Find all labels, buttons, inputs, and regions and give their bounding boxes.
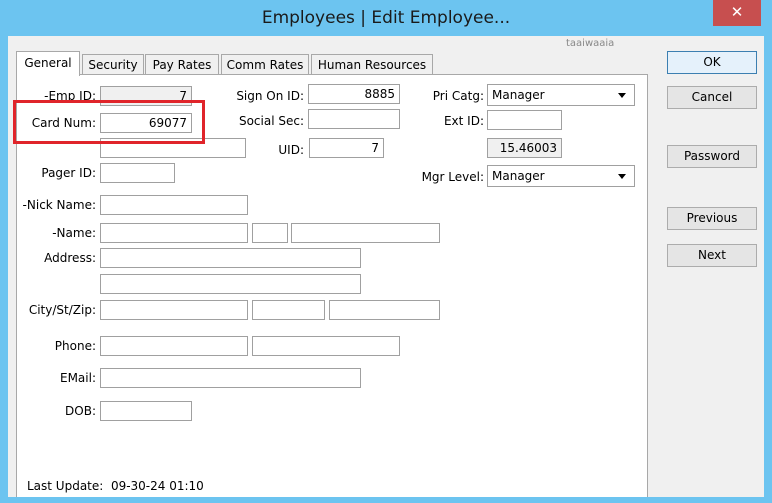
phone2-field[interactable] <box>252 336 400 356</box>
sign-on-id-field[interactable]: 8885 <box>308 84 400 104</box>
window-frame-right <box>764 36 772 503</box>
phone-label: Phone: <box>54 339 96 353</box>
address-label: Address: <box>44 251 96 265</box>
uid-label: UID: <box>278 143 304 157</box>
tab-security[interactable]: Security <box>82 54 144 75</box>
window-frame-bottom <box>0 497 772 503</box>
sign-on-id-label: Sign On ID: <box>236 89 304 103</box>
social-sec-label: Social Sec: <box>238 114 304 128</box>
dob-label: DOB: <box>65 404 96 418</box>
pager-id-field[interactable] <box>100 163 175 183</box>
social-sec-field[interactable] <box>308 109 400 129</box>
city-field[interactable] <box>100 300 248 320</box>
tab-human-resources[interactable]: Human Resources <box>311 54 433 75</box>
middle-initial-field[interactable] <box>252 223 288 243</box>
ok-button[interactable]: OK <box>667 51 757 74</box>
chevron-down-icon <box>618 174 626 179</box>
email-field[interactable] <box>100 368 361 388</box>
address-line1-field[interactable] <box>100 248 361 268</box>
state-field[interactable] <box>252 300 325 320</box>
previous-button[interactable]: Previous <box>667 207 757 230</box>
window-title: Employees | Edit Employee... <box>261 8 511 28</box>
pri-catg-value: Manager <box>492 88 545 102</box>
zip-field[interactable] <box>329 300 440 320</box>
pri-catg-select[interactable]: Manager <box>487 84 635 106</box>
ext-id-value: 15.46003 <box>487 138 562 158</box>
mgr-level-label: Mgr Level: <box>421 170 484 184</box>
nick-name-field[interactable] <box>100 195 248 215</box>
uid-field[interactable]: 7 <box>309 138 384 158</box>
cancel-button[interactable]: Cancel <box>667 86 757 109</box>
phone1-field[interactable] <box>100 336 248 356</box>
pri-catg-label: Pri Catg: <box>432 89 484 103</box>
nick-name-label: -Nick Name: <box>22 198 96 212</box>
close-button[interactable]: ✕ <box>713 0 761 26</box>
email-label: EMail: <box>60 371 96 385</box>
name-label: -Name: <box>52 226 96 240</box>
password-button[interactable]: Password <box>667 145 757 168</box>
window-frame-left <box>0 36 8 503</box>
tab-pay-rates[interactable]: Pay Rates <box>145 54 219 75</box>
last-name-field[interactable] <box>291 223 440 243</box>
obscured-text: taaiwaaia <box>566 38 615 48</box>
next-button[interactable]: Next <box>667 244 757 267</box>
ext-id-label: Ext ID: <box>443 114 484 128</box>
tab-comm-rates[interactable]: Comm Rates <box>221 54 309 75</box>
address-line2-field[interactable] <box>100 274 361 294</box>
mgr-level-select[interactable]: Manager <box>487 165 635 187</box>
pager-id-label: Pager ID: <box>41 166 96 180</box>
dob-field[interactable] <box>100 401 192 421</box>
tab-general[interactable]: General <box>16 51 80 76</box>
chevron-down-icon <box>618 93 626 98</box>
mgr-level-value: Manager <box>492 169 545 183</box>
city-st-zip-label: City/St/Zip: <box>28 303 96 317</box>
ext-id-field[interactable] <box>487 110 562 130</box>
highlight-box <box>13 100 205 144</box>
first-name-field[interactable] <box>100 223 248 243</box>
last-update: Last Update: 09-30-24 01:10 <box>27 479 204 493</box>
